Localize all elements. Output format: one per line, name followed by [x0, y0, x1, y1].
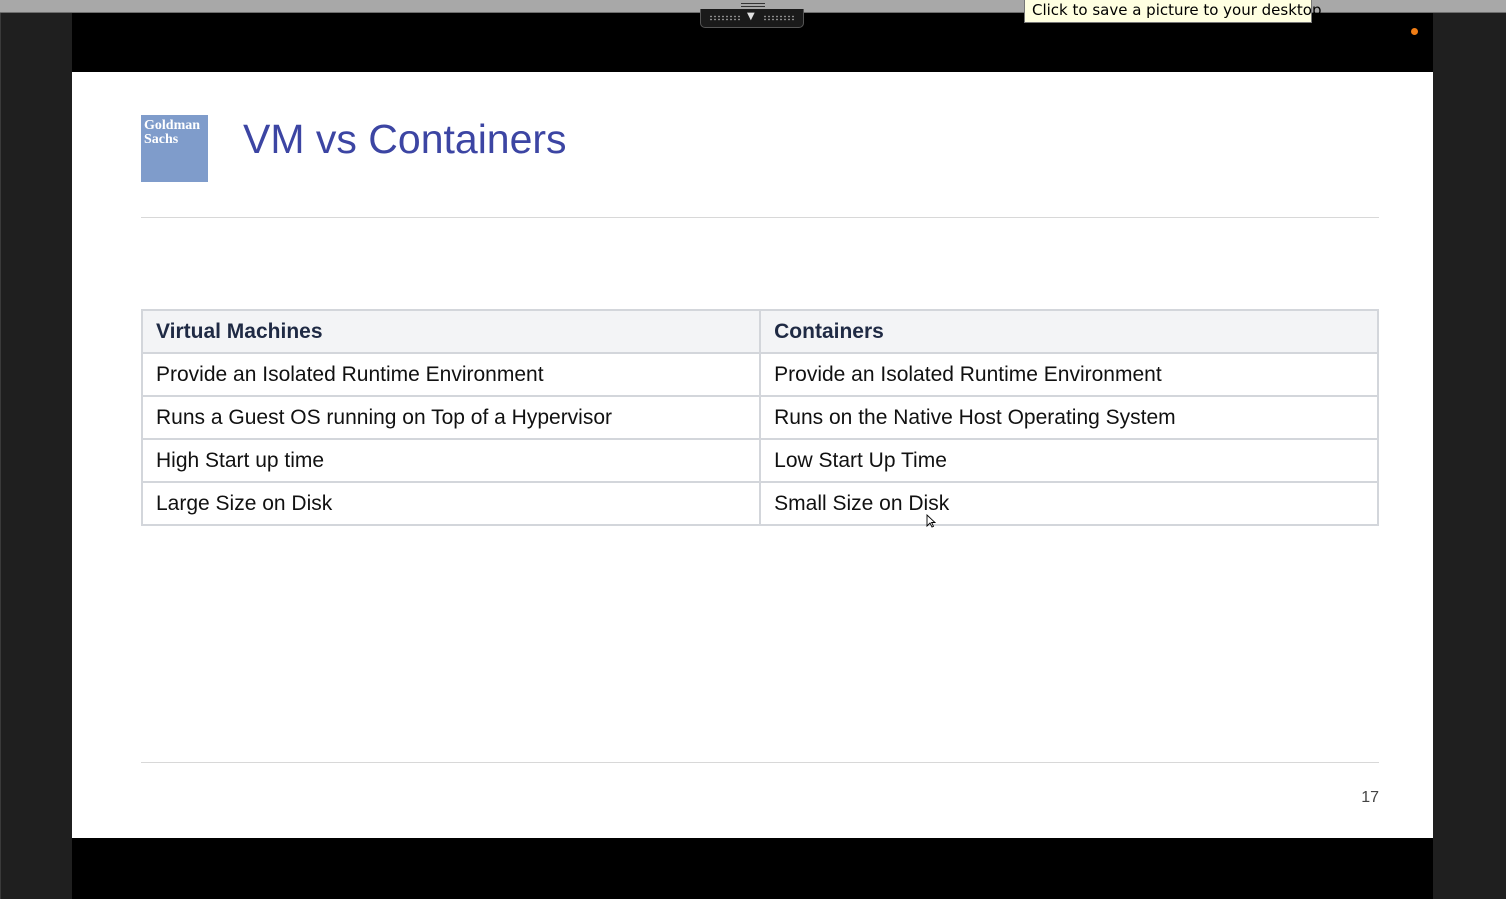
page-number: 17	[1361, 789, 1379, 806]
table-cell: Low Start Up Time	[759, 438, 1379, 483]
header-virtual-machines: Virtual Machines	[140, 309, 762, 354]
slide-title: VM vs Containers	[243, 116, 567, 162]
table-cell: Small Size on Disk	[759, 481, 1379, 526]
comparison-table: Virtual Machines Containers Provide an I…	[140, 309, 1379, 526]
logo-line-2: Sachs	[144, 132, 179, 147]
handle-dots-icon	[709, 15, 741, 21]
table-row: Provide an Isolated Runtime Environment …	[140, 352, 1379, 397]
company-logo: Goldman Sachs	[141, 115, 208, 182]
table-row: High Start up time Low Start Up Time	[140, 438, 1379, 483]
table-header-row: Virtual Machines Containers	[140, 309, 1379, 354]
table-cell: Runs on the Native Host Operating System	[759, 395, 1379, 440]
handle-dots-icon	[763, 15, 795, 21]
table-cell: Runs a Guest OS running on Top of a Hype…	[140, 395, 762, 440]
mouse-cursor-icon	[926, 514, 936, 528]
table-row: Runs a Guest OS running on Top of a Hype…	[140, 395, 1379, 440]
left-frame	[0, 0, 72, 899]
table-cell: Large Size on Disk	[140, 481, 762, 526]
right-frame	[1433, 0, 1506, 899]
title-divider	[141, 217, 1379, 218]
recording-dot-icon	[1411, 28, 1418, 35]
table-row: Large Size on Disk Small Size on Disk	[140, 481, 1379, 526]
table-cell: Provide an Isolated Runtime Environment	[140, 352, 762, 397]
logo-line-1: Goldman	[144, 118, 201, 133]
table-cell: High Start up time	[140, 438, 762, 483]
table-cell: Provide an Isolated Runtime Environment	[759, 352, 1379, 397]
arrow-down-icon: ▼	[747, 11, 755, 22]
footer-divider	[141, 762, 1379, 763]
letterbox-bottom	[72, 838, 1433, 899]
presentation-slide: Goldman Sachs VM vs Containers Virtual M…	[72, 72, 1433, 838]
header-containers: Containers	[759, 309, 1379, 354]
save-picture-tooltip: Click to save a picture to your desktop.	[1024, 0, 1326, 23]
toolbar-pulldown-handle[interactable]: ▼	[700, 9, 804, 28]
